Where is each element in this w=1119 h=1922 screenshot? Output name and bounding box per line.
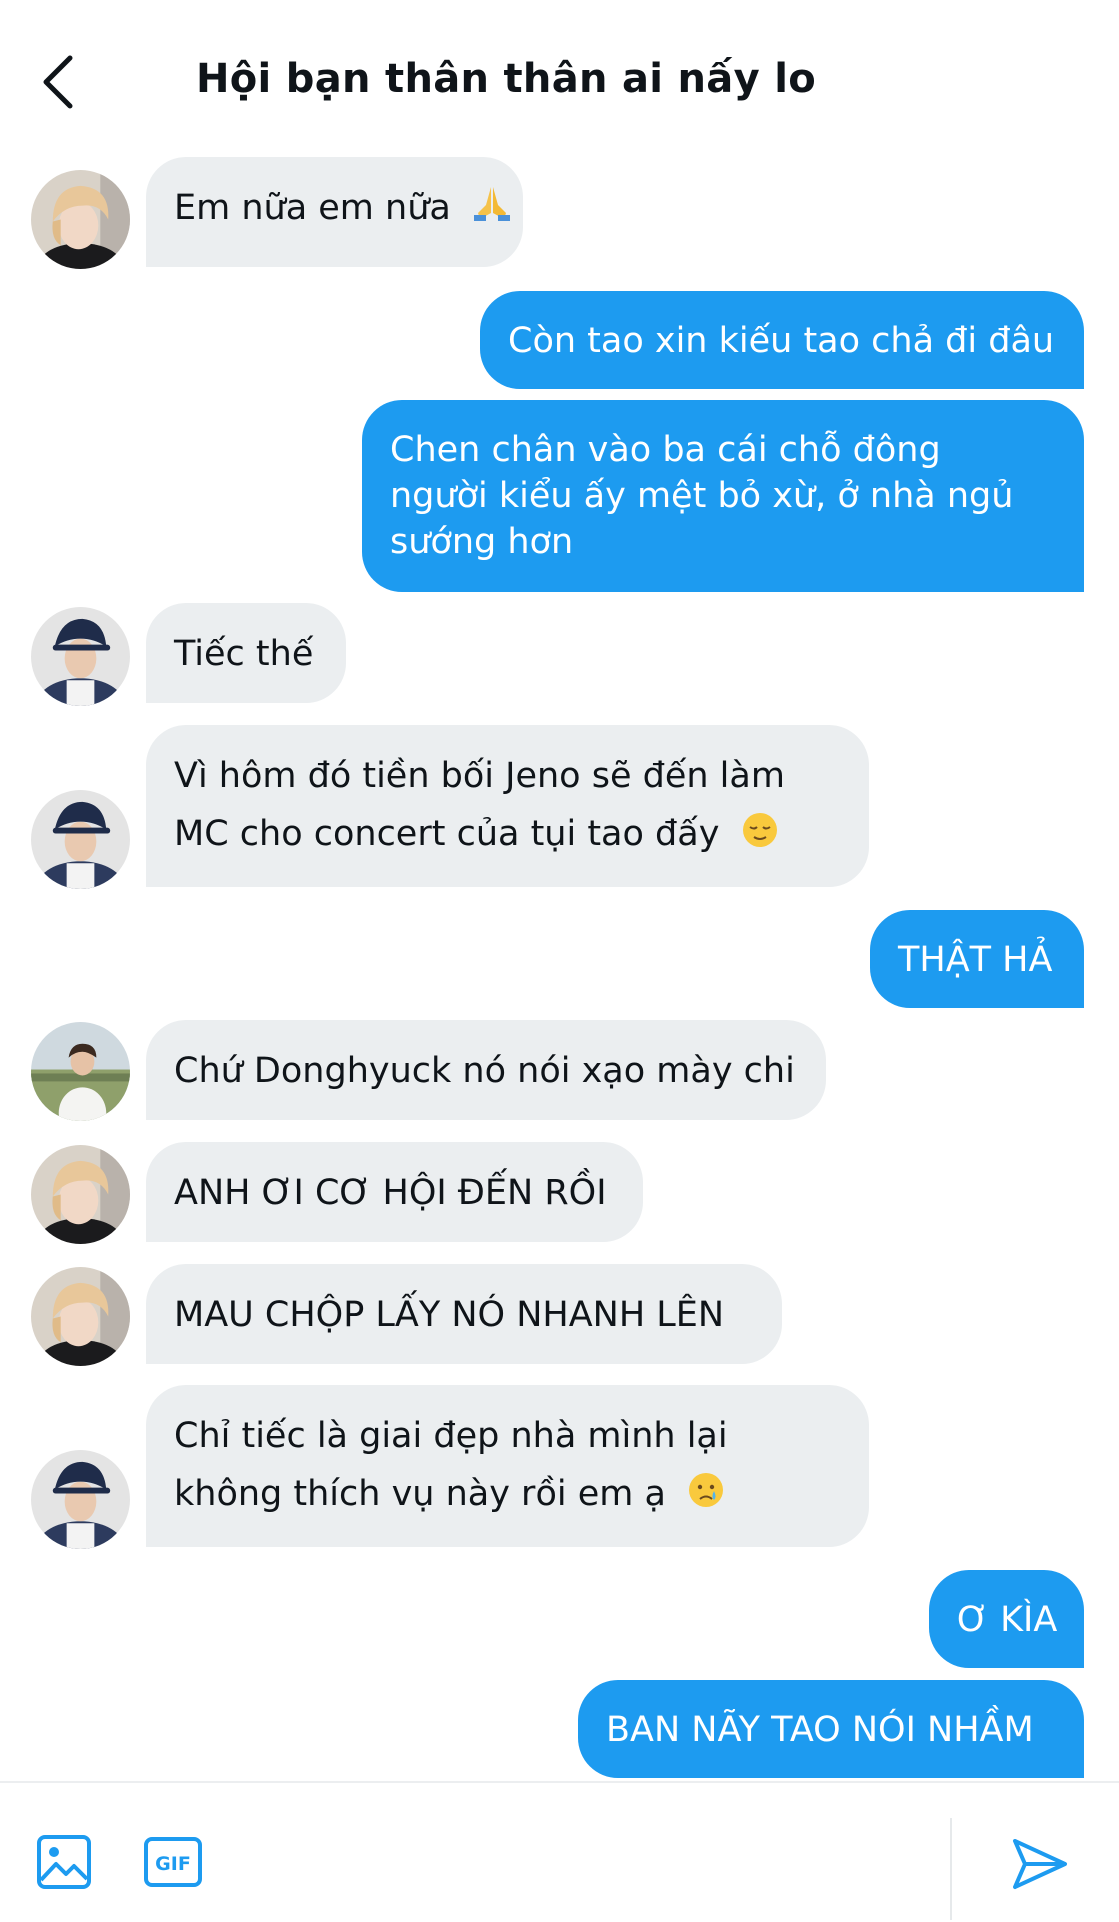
message-bubble-outgoing[interactable]: Chen chân vào ba cái chỗ đông người kiểu… bbox=[362, 400, 1084, 592]
folded-hands-emoji bbox=[472, 183, 512, 241]
avatar-photo bbox=[31, 1022, 130, 1121]
avatar[interactable] bbox=[31, 1022, 130, 1121]
avatar-photo bbox=[31, 1145, 130, 1244]
message-line: người kiểu ấy mệt bỏ xừ, ở nhà ngủ bbox=[390, 476, 1014, 516]
crying-face-emoji bbox=[687, 1469, 725, 1527]
avatar-photo bbox=[31, 1450, 130, 1549]
message-bubble-outgoing[interactable]: BAN NÃY TAO NÓI NHẦM bbox=[578, 1680, 1084, 1778]
message-line: Vì hôm đó tiền bối Jeno sẽ đến làm bbox=[174, 756, 785, 796]
send-icon bbox=[1013, 1839, 1067, 1889]
back-button[interactable] bbox=[38, 52, 82, 112]
avatar-photo bbox=[31, 790, 130, 889]
message-bubble-outgoing[interactable]: Còn tao xin kiếu tao chả đi đâu bbox=[480, 291, 1084, 389]
gif-label: GIF bbox=[155, 1853, 191, 1875]
message-bubble-outgoing[interactable]: THẬT HẢ bbox=[870, 910, 1084, 1008]
conversation-title: Hội bạn thân thân ai nấy lo bbox=[196, 56, 816, 102]
message-bubble-incoming[interactable]: MAU CHỘP LẤY NÓ NHANH LÊN bbox=[146, 1264, 782, 1364]
chat-header: Hội bạn thân thân ai nấy lo bbox=[0, 0, 1119, 150]
message-text: THẬT HẢ bbox=[898, 940, 1053, 980]
avatar[interactable] bbox=[31, 1145, 130, 1244]
message-bubble-incoming[interactable]: Chỉ tiếc là giai đẹp nhà mình lại không … bbox=[146, 1385, 869, 1547]
avatar-photo bbox=[31, 170, 130, 269]
chevron-left-icon bbox=[43, 55, 73, 109]
message-line: Chỉ tiếc là giai đẹp nhà mình lại bbox=[174, 1416, 728, 1456]
avatar[interactable] bbox=[31, 1267, 130, 1366]
message-bubble-incoming[interactable]: Tiếc thế bbox=[146, 603, 346, 703]
avatar-photo bbox=[31, 607, 130, 706]
message-line: không thích vụ này rồi em ạ bbox=[174, 1474, 666, 1514]
avatar[interactable] bbox=[31, 170, 130, 269]
message-bubble-incoming[interactable]: ANH ƠI CƠ HỘI ĐẾN RỒI bbox=[146, 1142, 643, 1242]
message-bubble-incoming[interactable]: Em nữa em nữa bbox=[146, 157, 523, 267]
message-text: BAN NÃY TAO NÓI NHẦM bbox=[606, 1710, 1034, 1750]
message-line: sướng hơn bbox=[390, 522, 574, 562]
message-bubble-outgoing[interactable]: Ơ KÌA bbox=[929, 1570, 1084, 1668]
avatar[interactable] bbox=[31, 607, 130, 706]
send-button[interactable] bbox=[1010, 1836, 1070, 1896]
avatar[interactable] bbox=[31, 790, 130, 889]
message-text: Chứ Donghyuck nó nói xạo mày chi bbox=[174, 1051, 795, 1091]
message-text: Còn tao xin kiếu tao chả đi đâu bbox=[508, 321, 1055, 361]
image-button[interactable] bbox=[36, 1834, 92, 1894]
message-text: MAU CHỘP LẤY NÓ NHANH LÊN bbox=[174, 1295, 725, 1335]
message-line: MC cho concert của tụi tao đấy bbox=[174, 814, 720, 854]
gif-icon: GIF bbox=[144, 1837, 202, 1887]
message-bubble-incoming[interactable]: Chứ Donghyuck nó nói xạo mày chi bbox=[146, 1020, 826, 1120]
message-text: Ơ KÌA bbox=[957, 1600, 1058, 1640]
message-line: Chen chân vào ba cái chỗ đông bbox=[390, 430, 941, 470]
composer-divider bbox=[950, 1818, 952, 1920]
avatar-photo bbox=[31, 1267, 130, 1366]
message-bubble-incoming[interactable]: Vì hôm đó tiền bối Jeno sẽ đến làm MC ch… bbox=[146, 725, 869, 887]
avatar[interactable] bbox=[31, 1450, 130, 1549]
message-text: Tiếc thế bbox=[174, 634, 314, 674]
image-icon bbox=[37, 1835, 91, 1889]
relieved-face-emoji bbox=[741, 809, 779, 867]
message-text: ANH ƠI CƠ HỘI ĐẾN RỒI bbox=[174, 1173, 607, 1213]
message-text: Em nữa em nữa bbox=[174, 188, 451, 228]
gif-button[interactable]: GIF bbox=[143, 1836, 203, 1892]
